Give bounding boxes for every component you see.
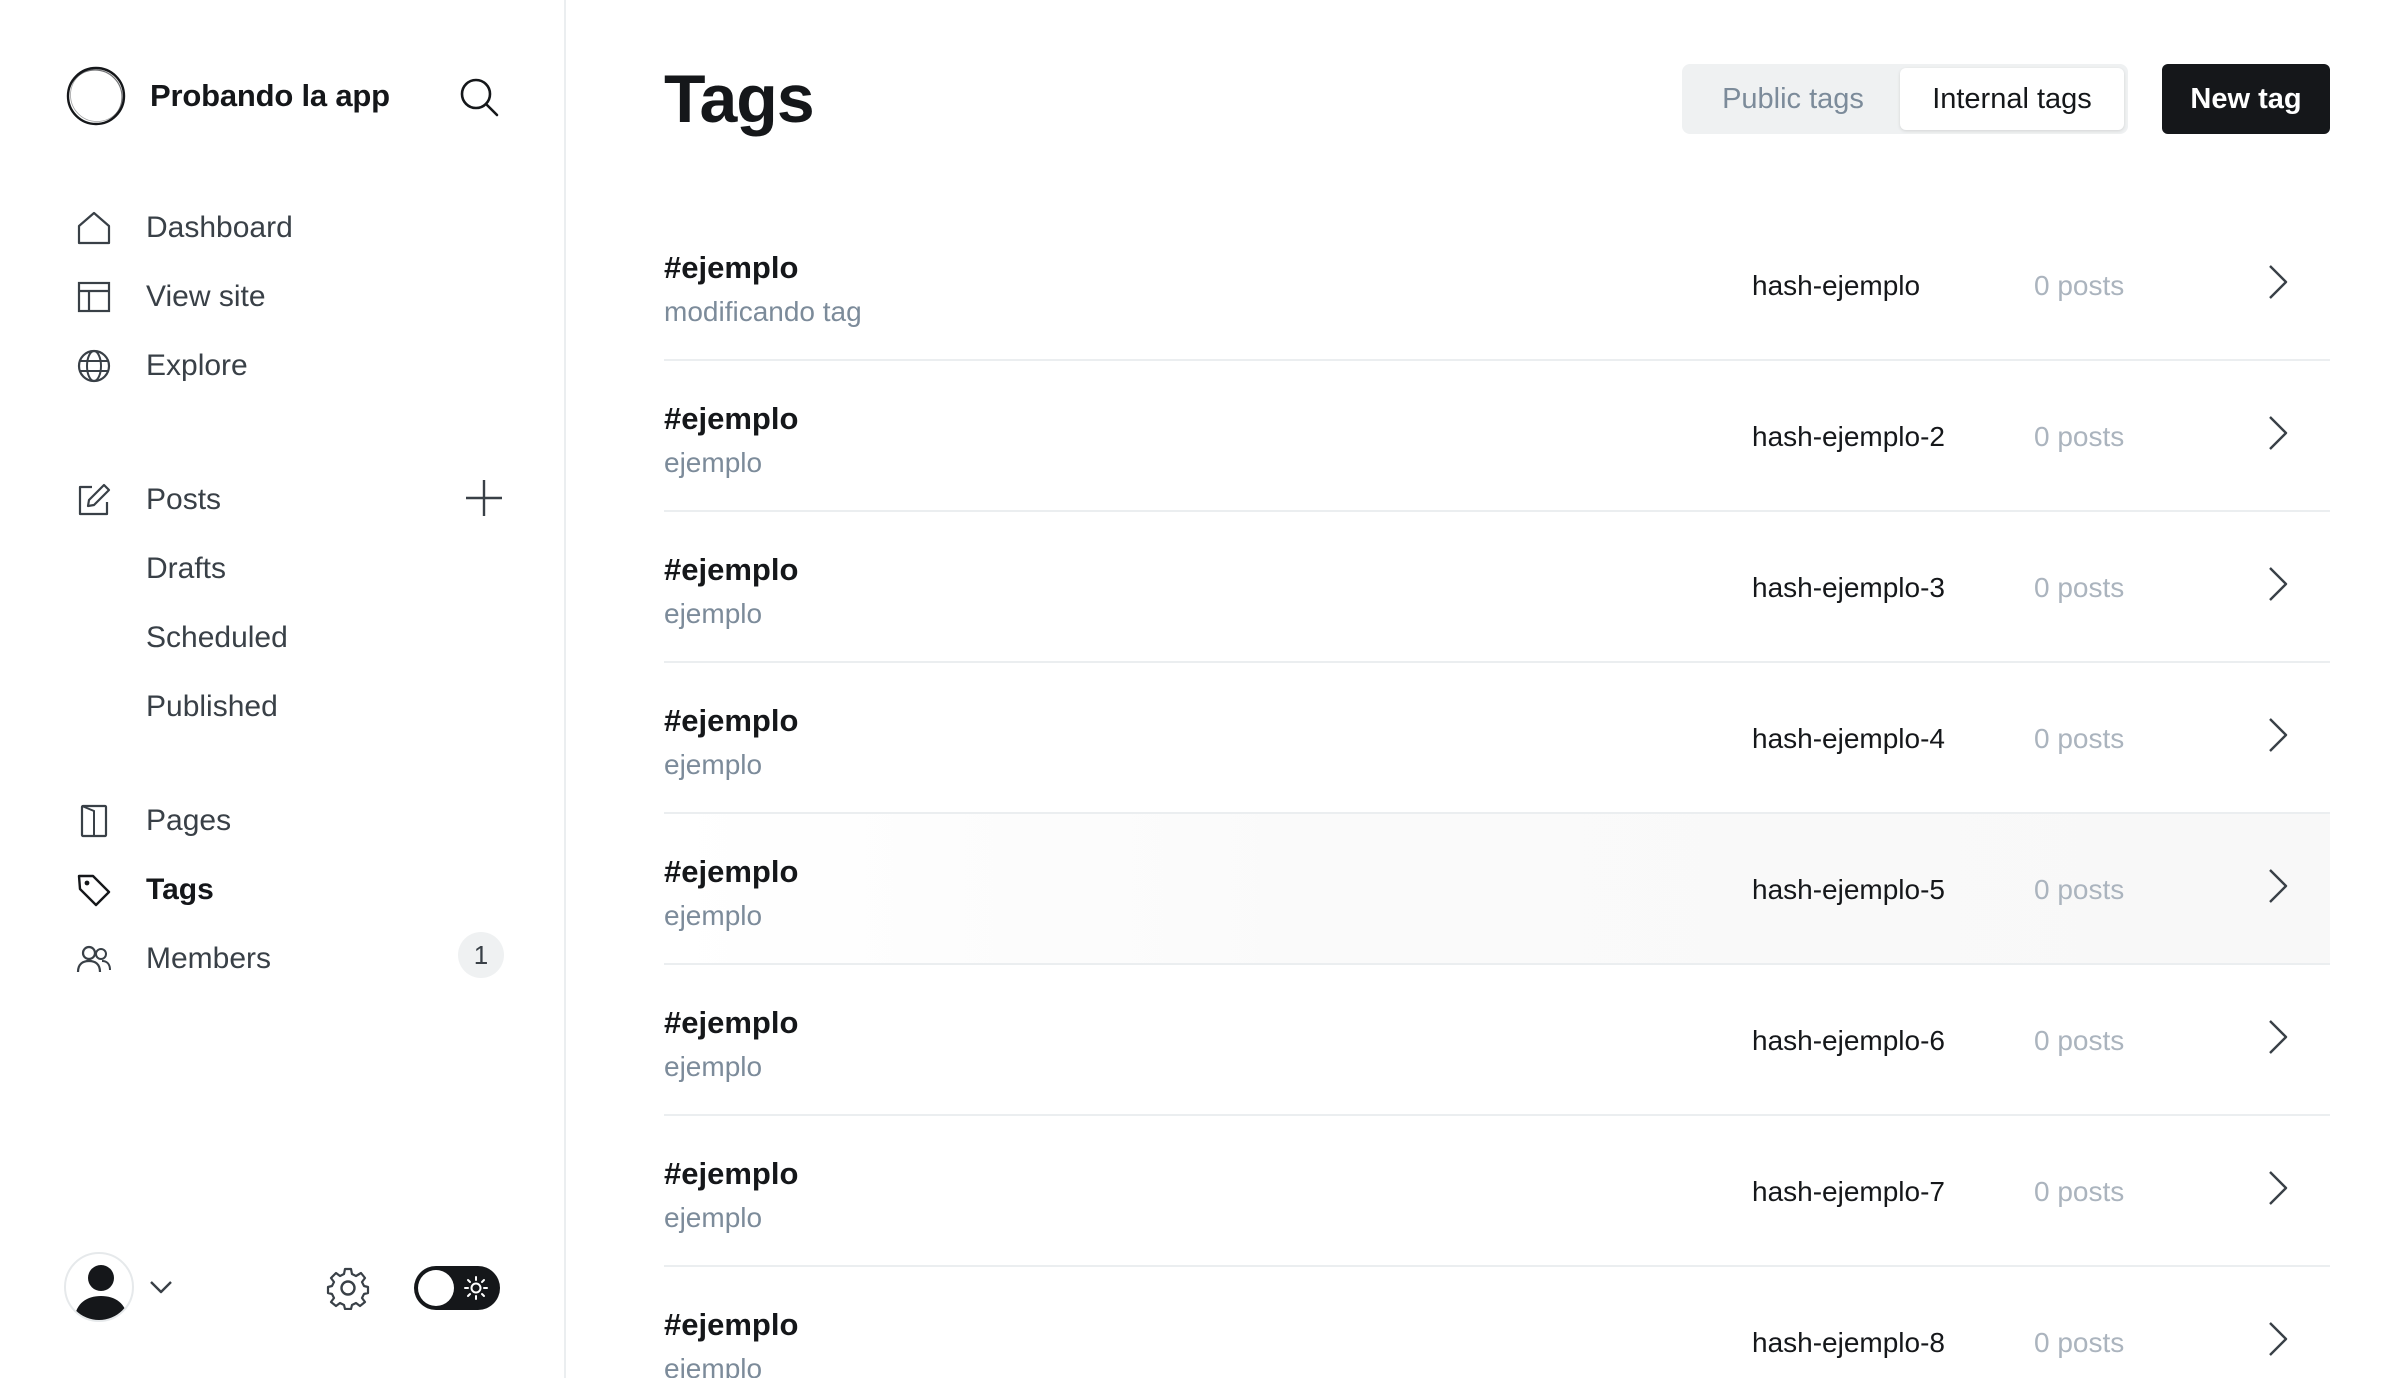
tag-slug: hash-ejemplo-7	[1752, 1176, 1945, 1207]
tag-name: #ejemplo	[664, 552, 799, 587]
sidebar-item-label: Dashboard	[146, 211, 293, 244]
sidebar-item-label: Drafts	[146, 552, 227, 585]
tab-internal-tags[interactable]: Internal tags	[1900, 68, 2124, 130]
tag-row[interactable]: #ejemplo modificando tag hash-ejemplo 0 …	[664, 210, 2330, 361]
tag-post-count: 0 posts	[2034, 1176, 2125, 1207]
sidebar-item-pages[interactable]: Pages	[74, 799, 231, 843]
sidebar-item-members[interactable]: Members	[74, 937, 271, 981]
sidebar-item-view-site[interactable]: View site	[74, 275, 266, 319]
chevron-right-icon	[2269, 1322, 2288, 1356]
tag-post-count: 0 posts	[2034, 572, 2125, 603]
tag-row[interactable]: #ejemplo ejemplo hash-ejemplo-8 0 posts	[664, 1267, 2330, 1378]
tag-description: ejemplo	[664, 1051, 763, 1082]
tag-name: #ejemplo	[664, 250, 799, 285]
sidebar-item-label: Published	[146, 690, 278, 723]
user-avatar[interactable]	[64, 1252, 134, 1322]
tag-slug: hash-ejemplo-8	[1752, 1327, 1945, 1358]
tag-post-count: 0 posts	[2034, 1025, 2125, 1056]
sidebar-item-label: Pages	[146, 804, 232, 837]
sidebar-item-label: Scheduled	[146, 621, 288, 654]
tag-slug: hash-ejemplo-5	[1752, 874, 1945, 905]
tag-row[interactable]: #ejemplo ejemplo hash-ejemplo-6 0 posts	[664, 965, 2330, 1116]
tag-description: ejemplo	[664, 1202, 763, 1233]
sidebar-item-published[interactable]: Published	[146, 685, 278, 729]
edit-icon	[74, 480, 114, 520]
sun-icon	[464, 1276, 488, 1300]
page-title: Tags	[664, 61, 815, 137]
sidebar: Probando la app Dashboard View site Expl	[0, 0, 566, 1378]
chevron-right-icon	[2269, 869, 2288, 903]
app-window: Probando la app Dashboard View site Expl	[0, 0, 2400, 1378]
tag-name: #ejemplo	[664, 401, 799, 436]
tag-slug: hash-ejemplo	[1752, 270, 1921, 301]
tag-slug: hash-ejemplo-4	[1752, 723, 1945, 754]
layout-icon	[74, 277, 114, 317]
sidebar-item-dashboard[interactable]: Dashboard	[74, 206, 293, 250]
page-icon	[74, 801, 114, 841]
theme-toggle[interactable]	[414, 1266, 500, 1310]
members-count-badge: 1	[458, 932, 504, 978]
chevron-down-icon[interactable]	[148, 1276, 174, 1298]
tag-description: modificando tag	[664, 296, 862, 327]
sidebar-item-scheduled[interactable]: Scheduled	[146, 616, 288, 660]
globe-icon	[74, 346, 114, 386]
toggle-knob	[418, 1270, 454, 1306]
site-title: Probando la app	[150, 78, 390, 113]
tag-slug: hash-ejemplo-6	[1752, 1025, 1945, 1056]
site-logo-icon	[66, 66, 126, 126]
tag-slug: hash-ejemplo-3	[1752, 572, 1945, 603]
chevron-right-icon	[2269, 718, 2288, 752]
sidebar-item-tags[interactable]: Tags	[74, 868, 214, 912]
sidebar-item-label: Explore	[146, 349, 248, 382]
tag-name: #ejemplo	[664, 1005, 799, 1040]
chevron-right-icon	[2269, 265, 2288, 299]
members-icon	[74, 939, 114, 979]
new-post-plus-icon[interactable]	[464, 478, 504, 518]
tag-row[interactable]: #ejemplo ejemplo hash-ejemplo-2 0 posts	[664, 361, 2330, 512]
search-icon[interactable]	[458, 76, 500, 118]
tab-public-tags[interactable]: Public tags	[1686, 68, 1900, 130]
tag-type-tabs: Public tags Internal tags	[1682, 64, 2128, 134]
tag-post-count: 0 posts	[2034, 421, 2125, 452]
tag-description: ejemplo	[664, 1353, 763, 1378]
tag-row[interactable]: #ejemplo ejemplo hash-ejemplo-3 0 posts	[664, 512, 2330, 663]
chevron-right-icon	[2269, 1020, 2288, 1054]
tag-post-count: 0 posts	[2034, 1327, 2125, 1358]
home-icon	[74, 208, 114, 248]
chevron-right-icon	[2269, 567, 2288, 601]
sidebar-item-label: Members	[146, 942, 272, 975]
tag-row[interactable]: #ejemplo ejemplo hash-ejemplo-4 0 posts	[664, 663, 2330, 814]
tag-description: ejemplo	[664, 598, 763, 629]
new-tag-button[interactable]: New tag	[2162, 64, 2330, 134]
tag-description: ejemplo	[664, 749, 763, 780]
tag-post-count: 0 posts	[2034, 874, 2125, 905]
tag-slug: hash-ejemplo-2	[1752, 421, 1945, 452]
sidebar-item-explore[interactable]: Explore	[74, 344, 248, 388]
user-silhouette-icon	[74, 1265, 128, 1320]
tag-row[interactable]: #ejemplo ejemplo hash-ejemplo-7 0 posts	[664, 1116, 2330, 1267]
tag-description: ejemplo	[664, 900, 763, 931]
tag-name: #ejemplo	[664, 1156, 799, 1191]
tag-icon	[74, 870, 114, 910]
sidebar-item-label: Posts	[146, 483, 222, 516]
tag-name: #ejemplo	[664, 1307, 799, 1342]
sidebar-item-label: View site	[146, 280, 266, 313]
tag-post-count: 0 posts	[2034, 270, 2125, 301]
sidebar-item-label: Tags	[146, 873, 214, 906]
tag-name: #ejemplo	[664, 854, 799, 889]
tag-name: #ejemplo	[664, 703, 799, 738]
chevron-right-icon	[2269, 1171, 2288, 1205]
tag-post-count: 0 posts	[2034, 723, 2125, 754]
tag-row[interactable]: #ejemplo ejemplo hash-ejemplo-5 0 posts	[664, 814, 2330, 965]
tag-description: ejemplo	[664, 447, 763, 478]
brand[interactable]: Probando la app	[64, 64, 390, 128]
chevron-right-icon	[2269, 416, 2288, 450]
sidebar-item-posts[interactable]: Posts	[74, 478, 221, 522]
sidebar-item-drafts[interactable]: Drafts	[146, 547, 226, 591]
gear-icon[interactable]	[326, 1266, 370, 1310]
